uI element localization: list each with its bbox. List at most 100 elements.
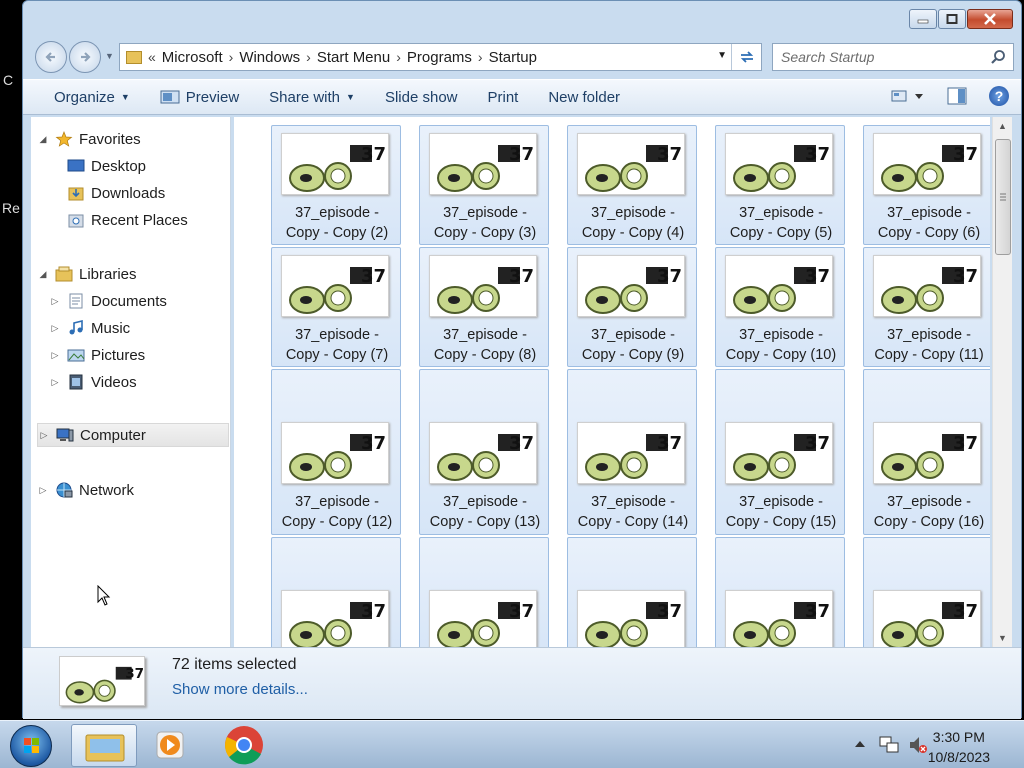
breadcrumb-startup[interactable]: Startup	[485, 49, 541, 66]
file-item[interactable]: 37	[271, 537, 401, 647]
tree-libraries[interactable]: ◢ Libraries	[37, 262, 137, 286]
file-item[interactable]: 37 37_episode - Copy - Copy (3)	[419, 125, 549, 245]
collapsed-arrow-icon[interactable]: ▷	[49, 377, 61, 388]
file-item[interactable]: 37 37_episode - Copy - Copy (12)	[271, 369, 401, 535]
episode-thumbnail-icon: 37	[873, 133, 981, 195]
sidebar-item-documents[interactable]: ▷ Documents	[49, 289, 167, 313]
show-hidden-icons-icon[interactable]	[854, 739, 866, 749]
file-item[interactable]: 37 37_episode - Copy - Copy (13)	[419, 369, 549, 535]
tree-computer[interactable]: ▷ Computer	[37, 423, 229, 447]
file-item[interactable]: 37 37_episode - Copy - Copy (15)	[715, 369, 845, 535]
taskbar-chrome-button[interactable]	[211, 724, 277, 767]
file-name-line: 37_episode -	[443, 205, 527, 221]
file-item[interactable]: 37 37_episode - Copy - Copy (5)	[715, 125, 845, 245]
sidebar-item-downloads[interactable]: Downloads	[67, 181, 165, 205]
search-input[interactable]: Search Startup	[772, 43, 1014, 71]
libraries-label: Libraries	[79, 265, 137, 283]
forward-button[interactable]	[69, 41, 101, 73]
sidebar-item-videos[interactable]: ▷ Videos	[49, 370, 137, 394]
scroll-down-icon[interactable]: ▼	[998, 633, 1007, 643]
episode-thumbnail-icon: 37	[725, 133, 833, 195]
thumb-text: 37	[361, 144, 386, 165]
collapsed-arrow-icon[interactable]: ▷	[49, 323, 61, 334]
breadcrumb-overflow[interactable]: «	[146, 49, 158, 65]
tree-network[interactable]: ▷ Network	[37, 478, 134, 502]
file-name-line: Copy - Copy (16)	[873, 514, 985, 530]
episode-thumbnail-icon: 37	[873, 422, 981, 484]
file-item[interactable]: 37	[419, 537, 549, 647]
maximize-button[interactable]	[938, 9, 966, 29]
address-history-dropdown-icon[interactable]: ▼	[717, 50, 727, 61]
breadcrumb-windows[interactable]: Windows	[235, 49, 304, 66]
taskbar-explorer-button[interactable]	[71, 724, 137, 767]
start-button[interactable]	[10, 725, 52, 767]
refresh-button[interactable]	[731, 44, 761, 70]
sidebar-item-desktop[interactable]: Desktop	[67, 154, 146, 178]
organize-button[interactable]: Organize ▼	[39, 80, 145, 114]
slide-show-button[interactable]: Slide show	[370, 80, 473, 114]
file-item[interactable]: 37	[567, 537, 697, 647]
chevron-right-icon[interactable]: ›	[304, 49, 313, 65]
file-item[interactable]: 37	[715, 537, 845, 647]
collapsed-arrow-icon[interactable]: ▷	[49, 350, 61, 361]
network-status-icon[interactable]	[879, 735, 901, 755]
vertical-scrollbar[interactable]: ▲ ▼	[992, 117, 1012, 647]
preview-pane-icon[interactable]	[947, 87, 967, 105]
file-item[interactable]: 37 37_episode - Copy - Copy (11)	[863, 247, 990, 367]
change-view-icon[interactable]	[891, 88, 925, 104]
sidebar-item-music[interactable]: ▷ Music	[49, 316, 131, 340]
sidebar-item-recent-places[interactable]: Recent Places	[67, 208, 188, 232]
chevron-right-icon[interactable]: ›	[476, 49, 485, 65]
thumb-text: 37	[805, 433, 830, 454]
file-item[interactable]: 37 37_episode - Copy - Copy (8)	[419, 247, 549, 367]
file-name: 37_episode - Copy - Copy (6)	[864, 203, 990, 243]
scroll-up-icon[interactable]: ▲	[998, 121, 1007, 131]
file-item[interactable]: 37 37_episode - Copy - Copy (14)	[567, 369, 697, 535]
chevron-down-icon: ▼	[346, 92, 355, 102]
clock[interactable]: 3:30 PM 10/8/2023	[928, 727, 990, 767]
file-item[interactable]: 37 37_episode - Copy - Copy (4)	[567, 125, 697, 245]
file-item[interactable]: 37 37_episode - Copy - Copy (6)	[863, 125, 990, 245]
file-item[interactable]: 37	[863, 537, 990, 647]
file-item[interactable]: 37 37_episode - Copy - Copy (7)	[271, 247, 401, 367]
scrollbar-thumb[interactable]	[995, 139, 1011, 255]
expanded-arrow-icon[interactable]: ◢	[37, 134, 49, 145]
help-icon[interactable]: ?	[989, 86, 1009, 106]
file-name-line: Copy - Copy (5)	[729, 225, 833, 241]
file-list[interactable]: 37 37_episode - Copy - Copy (2) 37 37_episod…	[234, 117, 990, 647]
slide-show-label: Slide show	[384, 88, 458, 106]
chevron-down-icon: ▼	[120, 92, 130, 102]
file-name-line: 37_episode -	[295, 205, 379, 221]
search-icon[interactable]	[990, 49, 1006, 65]
file-name: 37_episode - Copy - Copy (3)	[420, 203, 548, 243]
taskbar-media-player-button[interactable]	[137, 724, 203, 767]
new-folder-button[interactable]: New folder	[533, 80, 635, 114]
minimize-button[interactable]	[909, 9, 937, 29]
chevron-right-icon[interactable]: ›	[394, 49, 403, 65]
share-with-button[interactable]: Share with ▼	[254, 80, 370, 114]
volume-muted-icon[interactable]	[908, 735, 928, 755]
file-item[interactable]: 37 37_episode - Copy - Copy (2)	[271, 125, 401, 245]
breadcrumb-programs[interactable]: Programs	[403, 49, 476, 66]
desktop-text-fragment: C	[3, 72, 14, 88]
collapsed-arrow-icon[interactable]: ▷	[37, 485, 49, 496]
back-button[interactable]	[35, 41, 67, 73]
preview-button[interactable]: Preview	[145, 80, 254, 114]
collapsed-arrow-icon[interactable]: ▷	[38, 430, 50, 441]
episode-thumbnail-icon: 37	[429, 255, 537, 317]
breadcrumb-start-menu[interactable]: Start Menu	[313, 49, 394, 66]
recent-pages-dropdown-icon[interactable]: ▼	[105, 51, 114, 61]
file-item[interactable]: 37 37_episode - Copy - Copy (9)	[567, 247, 697, 367]
show-more-details-link[interactable]: Show more details...	[172, 681, 308, 698]
chevron-right-icon[interactable]: ›	[227, 49, 236, 65]
breadcrumb-microsoft[interactable]: Microsoft	[158, 49, 227, 66]
sidebar-item-pictures[interactable]: ▷ Pictures	[49, 343, 146, 367]
expanded-arrow-icon[interactable]: ◢	[37, 269, 49, 280]
collapsed-arrow-icon[interactable]: ▷	[49, 296, 61, 307]
close-button[interactable]	[967, 9, 1013, 29]
file-item[interactable]: 37 37_episode - Copy - Copy (10)	[715, 247, 845, 367]
print-button[interactable]: Print	[473, 80, 534, 114]
tree-favorites[interactable]: ◢ Favorites	[37, 127, 141, 151]
file-item[interactable]: 37 37_episode - Copy - Copy (16)	[863, 369, 990, 535]
address-bar[interactable]: « Microsoft › Windows › Start Menu › Pro…	[119, 43, 762, 71]
